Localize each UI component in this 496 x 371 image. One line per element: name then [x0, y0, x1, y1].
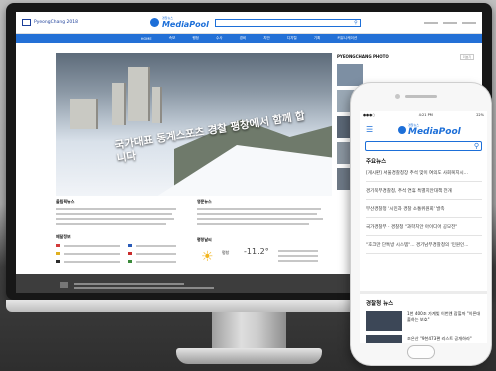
hero-building [128, 67, 150, 121]
text-line [197, 218, 323, 220]
main-nav: HOME 속보 행정 수사 경비 치안 디지털 기획 커뮤니케이션 [16, 34, 482, 43]
nav-item-digital[interactable]: 디지털 [287, 36, 297, 41]
photo-thumbnail[interactable] [337, 64, 363, 86]
nav-item-home[interactable]: HOME [141, 37, 152, 41]
battery-level: 22% [476, 113, 484, 117]
medal-row [64, 245, 120, 247]
weather-detail [278, 255, 318, 257]
hero-banner[interactable]: 국가대표 동계스포츠 경찰 평창에서 함께 합니다 [56, 53, 332, 196]
text-line [197, 208, 321, 210]
phone-camera [395, 94, 400, 99]
mediapool-emblem-icon [149, 18, 159, 27]
mobile-search-input[interactable]: ⚲ [365, 141, 482, 151]
weather-title: 평창날씨 [197, 237, 212, 242]
search-icon[interactable]: ⚲ [474, 142, 479, 151]
phone-screen: ●●●○ 4:21 PM 22% ☰ 경찰뉴스 MediaPool ⚲ 주요뉴스… [360, 111, 487, 343]
hero-building [112, 83, 126, 125]
hero-building [152, 87, 162, 123]
monitor-stand-base [176, 348, 322, 364]
utility-link[interactable] [462, 21, 476, 24]
text-line [197, 213, 317, 215]
country-flag-icon [56, 252, 60, 255]
medal-row [64, 253, 120, 255]
footer-text-line [74, 283, 184, 285]
sun-icon: ☀ [201, 249, 214, 265]
nav-item-communication[interactable]: 커뮤니케이션 [337, 36, 357, 41]
smartphone: ●●●○ 4:21 PM 22% ☰ 경찰뉴스 MediaPool ⚲ 주요뉴스… [351, 83, 491, 365]
search-icon[interactable]: ⚲ [354, 20, 358, 26]
country-flag-icon [56, 260, 60, 263]
signal-icon: ●●●○ [363, 113, 376, 117]
nav-item-security[interactable]: 경비 [240, 36, 247, 41]
text-line [56, 223, 166, 225]
footer-logo [60, 282, 68, 288]
medal-row [64, 261, 120, 263]
nav-item-admin[interactable]: 행정 [192, 36, 199, 41]
mediapool-logo-text: MediaPool [161, 20, 209, 29]
police-news-item[interactable]: 조은산 "9천473편 리스트 공개하라" [407, 336, 481, 342]
mobile-header: ☰ 경찰뉴스 MediaPool [360, 119, 487, 139]
pyeongchang-logo[interactable]: PyeongChang 2018 [22, 19, 78, 26]
utility-links [424, 21, 476, 24]
medal-row [136, 253, 176, 255]
utility-link[interactable] [443, 21, 457, 24]
police-news-thumbnail[interactable] [366, 335, 402, 343]
mobile-mediapool-logo[interactable]: 경찰뉴스 MediaPool [398, 123, 461, 137]
main-news-title: 주요뉴스 [366, 159, 387, 165]
news-item[interactable]: 경기북부경찰청, 추석 연휴 특별치안대책 전개 [366, 183, 482, 200]
weather-detail [278, 260, 318, 262]
news-item[interactable]: 부산경찰청 '시민과 경찰 소통위원회' 발족 [366, 201, 482, 218]
english-news-title: 영문뉴스 [197, 199, 212, 204]
hero-building [70, 99, 98, 129]
search-input[interactable]: ⚲ [214, 18, 361, 27]
monitor-stand [212, 312, 286, 350]
weather-temperature: -11.2° [244, 247, 269, 256]
phone-home-button[interactable] [407, 345, 435, 359]
news-item[interactable]: "호크만 단톡방 시스템"... 경기남부경찰청의 '민원인... [366, 237, 482, 254]
hamburger-menu-icon[interactable]: ☰ [366, 126, 373, 134]
nav-item-breaking[interactable]: 속보 [169, 36, 176, 41]
pyeongchang-logo-text: PyeongChang 2018 [34, 20, 78, 25]
country-flag-icon [128, 244, 132, 247]
text-line [197, 223, 309, 225]
site-header: PyeongChang 2018 경찰뉴스 MediaPool ⚲ [16, 12, 482, 34]
nav-item-investigation[interactable]: 수사 [216, 36, 223, 41]
news-item[interactable]: [게시판] 서울경찰청장 추석 맞이 여의도 사회복지시... [366, 165, 482, 182]
photo-more-button[interactable]: 더보기 [460, 54, 474, 60]
weather-detail [278, 250, 318, 252]
footer-text-line [74, 287, 214, 289]
mediapool-emblem-icon [398, 126, 406, 134]
mediapool-logo[interactable]: 경찰뉴스 MediaPool [149, 16, 209, 29]
medal-row [136, 261, 176, 263]
police-news-title: 경찰청 뉴스 [366, 301, 394, 307]
status-time: 4:21 PM [418, 113, 433, 117]
text-line [56, 208, 176, 210]
pyeongchang-emblem-icon [22, 19, 31, 26]
weather-city: 평창 [222, 250, 230, 255]
country-flag-icon [56, 244, 60, 247]
nav-item-feature[interactable]: 기획 [314, 36, 321, 41]
phone-speaker [405, 95, 437, 98]
news-item[interactable]: 국가경찰부 · 경찰청 "과학치안 아이디어 공모전" [366, 219, 482, 236]
police-news-item[interactable]: 1천 400조 가계빚 이번엔 잡힐까 "이른대출하는 보호" [407, 311, 481, 323]
text-line [56, 213, 172, 215]
medal-row [136, 245, 176, 247]
utility-link[interactable] [424, 21, 438, 24]
country-flag-icon [128, 260, 132, 263]
photo-section-title: PYEONGCHANG PHOTO [337, 54, 389, 59]
medal-info-title: 메달정보 [56, 234, 71, 239]
olympic-news-title: 올림픽뉴스 [56, 199, 75, 204]
status-bar: ●●●○ 4:21 PM 22% [360, 111, 487, 119]
text-line [56, 218, 174, 220]
mobile-logo-text: MediaPool [408, 127, 461, 137]
police-news-thumbnail[interactable] [366, 311, 402, 331]
country-flag-icon [128, 252, 132, 255]
section-divider [360, 291, 487, 294]
nav-item-public-order[interactable]: 치안 [263, 36, 270, 41]
